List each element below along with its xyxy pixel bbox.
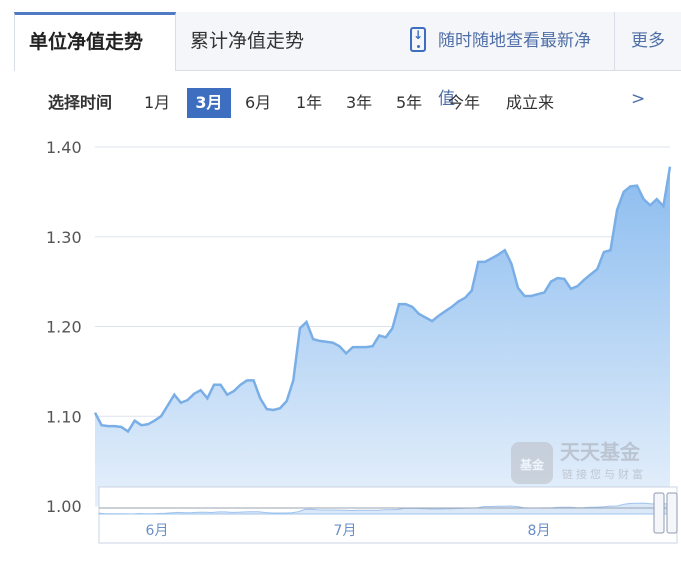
watermark-logo-text: 基金 (519, 457, 545, 472)
y-tick-label: 1.30 (46, 228, 82, 247)
navigator-label-jul: 7月 (334, 523, 357, 539)
navigator[interactable]: 6月 7月 8月 (98, 486, 678, 544)
range-6m-button[interactable]: 6月 (245, 88, 271, 118)
watermark-brand: 天天基金 (560, 440, 641, 464)
navigator-label-jun: 6月 (146, 523, 169, 539)
more-link[interactable]: 更多> (614, 12, 681, 109)
watermark-slogan: 链接您与财富 (562, 467, 646, 481)
navigator-frame (98, 486, 678, 544)
phone-download-icon (410, 27, 426, 52)
range-5y-button[interactable]: 5年 (396, 88, 422, 118)
tab-unit-nav[interactable]: 单位净值走势 (14, 12, 176, 71)
range-1m-button[interactable]: 1月 (144, 88, 170, 118)
time-range-label: 选择时间 (48, 93, 113, 112)
range-3y-button[interactable]: 3年 (346, 88, 372, 118)
y-tick-label: 1.20 (46, 318, 82, 337)
range-3m-button[interactable]: 3月 (187, 88, 231, 118)
range-since-inception-button[interactable]: 成立来 (506, 88, 554, 118)
y-tick-label: 1.40 (46, 138, 82, 157)
mobile-nav-link[interactable]: 随时随地查看最新净值 (398, 12, 614, 109)
navigator-handle-right[interactable] (666, 492, 678, 534)
y-tick-label: 1.00 (46, 497, 82, 516)
y-axis: 1.00 1.10 1.20 1.30 1.40 (46, 138, 82, 516)
watermark: 基金 天天基金 链接您与财富 (511, 440, 646, 484)
range-ytd-button[interactable]: 今年 (448, 88, 480, 118)
tab-bar: 单位净值走势 累计净值走势 随时随地查看最新净值 更多> (14, 12, 681, 109)
navigator-label-aug: 8月 (528, 523, 551, 539)
range-1y-button[interactable]: 1年 (296, 88, 322, 118)
navigator-handle-left[interactable] (653, 492, 665, 534)
tab-cumulative-nav[interactable]: 累计净值走势 (176, 12, 398, 70)
y-tick-label: 1.10 (46, 407, 82, 426)
nav-chart: 1.00 1.10 1.20 1.30 1.40 基金 天天基金 链接您与财富 6月 7… (46, 138, 678, 544)
